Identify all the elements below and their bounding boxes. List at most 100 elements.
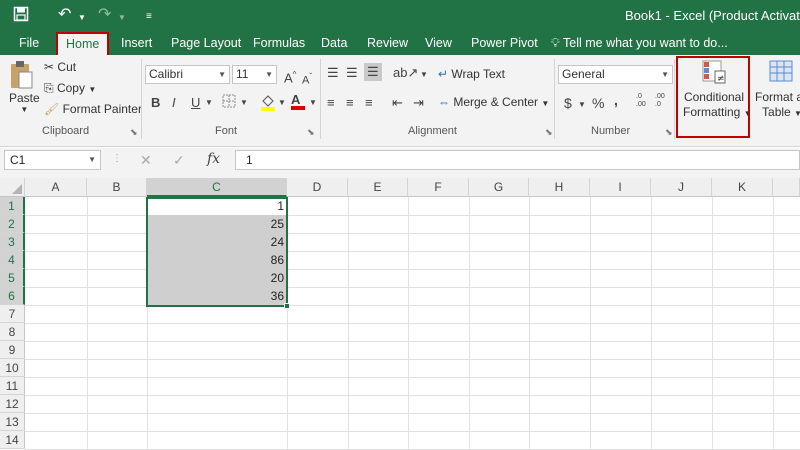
tab-insert[interactable]: Insert — [121, 33, 152, 55]
align-left-icon[interactable]: ≡ — [327, 95, 335, 111]
gridline — [25, 359, 800, 360]
paste-button[interactable]: Paste ▼ — [9, 60, 40, 114]
column-header-h[interactable]: H — [529, 178, 590, 197]
tell-me-search[interactable]: 💡︎ Tell me what you want to do... — [551, 33, 728, 55]
alignment-launcher-icon[interactable]: ⬊ — [545, 127, 553, 138]
row-header-2[interactable]: 2 — [0, 215, 25, 233]
column-header-a[interactable]: A — [25, 178, 87, 197]
row-header-10[interactable]: 10 — [0, 359, 25, 377]
cut-button[interactable]: ✂ Cut — [44, 60, 76, 74]
bold-button[interactable]: B — [151, 95, 160, 111]
row-header-4[interactable]: 4 — [0, 251, 25, 269]
fill-color-icon[interactable] — [260, 93, 276, 115]
increase-decimal-icon[interactable]: .0 .00 — [636, 93, 650, 109]
format-painter-label: Format Painter — [62, 102, 142, 116]
align-center-icon[interactable]: ≡ — [346, 95, 354, 111]
increase-indent-icon[interactable]: ⇥ — [413, 95, 424, 111]
orientation-dropdown-icon[interactable]: ▼ — [420, 67, 428, 83]
font-color-dropdown-icon[interactable]: ▼ — [309, 95, 317, 111]
formula-input[interactable]: 1 — [235, 150, 800, 170]
name-box[interactable]: C1 ▼ — [4, 150, 101, 170]
font-launcher-icon[interactable]: ⬊ — [307, 127, 315, 138]
underline-dropdown-icon[interactable]: ▼ — [205, 95, 213, 111]
currency-icon[interactable]: $ — [564, 95, 572, 111]
row-header-13[interactable]: 13 — [0, 413, 25, 431]
number-launcher-icon[interactable]: ⬊ — [665, 127, 673, 138]
font-name-value: Calibri — [149, 67, 184, 81]
row-header-14[interactable]: 14 — [0, 431, 25, 449]
format-as-table-button[interactable]: Format as Table ▼ — [752, 59, 800, 121]
gridline — [25, 323, 800, 324]
undo-dropdown-icon[interactable]: ▼ — [78, 9, 86, 27]
drag-handle-icon[interactable]: ⋮ — [112, 153, 122, 164]
copy-label: Copy — [56, 81, 85, 95]
align-right-icon[interactable]: ≡ — [365, 95, 373, 111]
column-header-j[interactable]: J — [651, 178, 712, 197]
tab-data[interactable]: Data — [321, 33, 347, 55]
row-header-9[interactable]: 9 — [0, 341, 25, 359]
row-header-8[interactable]: 8 — [0, 323, 25, 341]
row-header-1[interactable]: 1 — [0, 197, 25, 215]
format-painter-button[interactable]: 🖌︎ Format Painter — [44, 102, 142, 116]
column-header-g[interactable]: G — [469, 178, 529, 197]
font-size-select[interactable]: 11 ▼ — [232, 65, 277, 84]
column-header-c[interactable]: C — [147, 178, 287, 197]
number-group-label: Number — [591, 125, 631, 137]
row-header-7[interactable]: 7 — [0, 305, 25, 323]
number-format-select[interactable]: General ▼ — [558, 65, 673, 84]
redo-dropdown-icon[interactable]: ▼ — [118, 9, 126, 27]
column-header-b[interactable]: B — [87, 178, 147, 197]
merge-center-button[interactable]: ⇔ Merge & Center ▼ — [438, 95, 549, 109]
tab-power-pivot[interactable]: Power Pivot — [471, 33, 538, 55]
underline-button[interactable]: U — [191, 95, 200, 111]
column-header-f[interactable]: F — [408, 178, 469, 197]
row-header-11[interactable]: 11 — [0, 377, 25, 395]
column-header-e[interactable]: E — [348, 178, 408, 197]
redo-icon[interactable]: ↷ — [98, 6, 111, 24]
conditional-formatting-highlight — [676, 56, 750, 138]
column-header-i[interactable]: I — [590, 178, 651, 197]
row-header-12[interactable]: 12 — [0, 395, 25, 413]
italic-button[interactable]: I — [172, 95, 176, 111]
align-middle-icon[interactable]: ☰ — [346, 65, 358, 81]
save-icon[interactable] — [13, 6, 29, 27]
tab-formulas[interactable]: Formulas — [253, 33, 305, 55]
align-top-icon[interactable]: ☰ — [327, 65, 339, 81]
row-header-5[interactable]: 5 — [0, 269, 25, 287]
tab-review[interactable]: Review — [367, 33, 408, 55]
select-all-corner[interactable] — [0, 178, 25, 197]
grow-font-icon[interactable]: A^ — [284, 67, 296, 86]
column-header-k[interactable]: K — [712, 178, 773, 197]
customize-toolbar-icon[interactable]: ≡ — [146, 8, 152, 26]
percent-icon[interactable]: % — [592, 95, 604, 111]
borders-icon[interactable] — [222, 94, 236, 112]
tab-file[interactable]: File — [19, 33, 39, 55]
column-header-l[interactable] — [773, 178, 800, 197]
format-as-table-label: Format as — [754, 90, 800, 104]
cancel-icon[interactable]: ✕ — [140, 152, 152, 169]
align-bottom-icon[interactable]: ☰ — [364, 63, 382, 81]
currency-dropdown-icon[interactable]: ▼ — [578, 97, 586, 113]
clipboard-launcher-icon[interactable]: ⬊ — [130, 127, 138, 138]
enter-icon[interactable]: ✓ — [173, 152, 185, 169]
shrink-font-icon[interactable]: Aˇ — [302, 69, 312, 89]
decrease-decimal-icon[interactable]: .00 .0 — [655, 93, 669, 109]
font-color-icon[interactable]: A — [291, 92, 305, 110]
copy-button[interactable]: ⎘ Copy ▼ — [44, 81, 96, 96]
orientation-icon[interactable]: ab↗ — [393, 65, 418, 81]
row-header-6[interactable]: 6 — [0, 287, 25, 305]
fill-color-dropdown-icon[interactable]: ▼ — [278, 95, 286, 111]
undo-icon[interactable]: ↶ — [58, 6, 71, 24]
fill-handle[interactable] — [284, 303, 290, 309]
decrease-indent-icon[interactable]: ⇤ — [392, 95, 403, 111]
font-name-select[interactable]: Calibri ▼ — [145, 65, 230, 84]
column-header-d[interactable]: D — [287, 178, 348, 197]
tab-page-layout[interactable]: Page Layout — [171, 33, 241, 55]
wrap-text-button[interactable]: ↵ Wrap Text — [438, 67, 505, 81]
row-header-3[interactable]: 3 — [0, 233, 25, 251]
comma-style-icon[interactable]: , — [614, 92, 618, 108]
tab-view[interactable]: View — [425, 33, 452, 55]
insert-function-icon[interactable]: fx — [207, 151, 220, 167]
tab-home[interactable]: Home — [56, 32, 110, 55]
borders-dropdown-icon[interactable]: ▼ — [240, 95, 248, 111]
